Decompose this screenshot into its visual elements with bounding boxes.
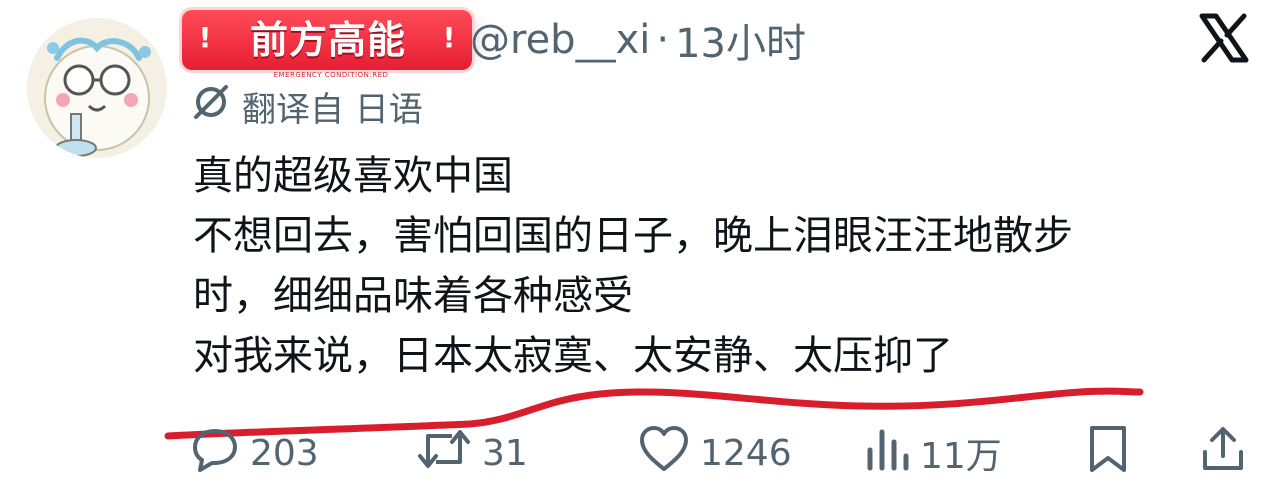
meta-separator: · [656,17,670,63]
post-text: 真的超级喜欢中国 不想回去，害怕回国的日子，晚上泪眼汪汪地散步 时，细细品味着各… [193,146,1263,386]
views-button[interactable]: 11万 [864,425,1002,481]
heart-icon [638,424,690,483]
like-count: 1246 [700,432,792,474]
like-button[interactable]: 1246 [638,425,792,481]
warning-sticker: ! 前方高能 ! EMERGENCY CONDITION:RED [182,6,472,82]
share-button[interactable] [1200,425,1246,481]
action-bar: 203 31 1246 11万 [190,425,1260,481]
post-timestamp[interactable]: 13小时 [675,11,806,69]
x-logo-icon [1196,10,1252,66]
views-count: 11万 [920,436,1002,477]
translation-label: 翻译自 日语 [242,89,423,130]
user-handle[interactable]: @reb__xi [470,17,650,63]
bookmark-icon [1086,424,1130,483]
translate-icon [192,83,230,130]
avatar-illustration [27,18,167,158]
post-line: 不想回去，害怕回国的日子，晚上泪眼汪汪地散步 [193,213,1073,259]
post-line: 对我来说，日本太寂寞、太安静、太压抑了 [193,333,953,379]
repost-button[interactable]: 31 [416,425,528,481]
post-line: 时，细细品味着各种感受 [193,273,633,319]
post-meta: @reb__xi · 13小时 [470,12,806,68]
sticker-exclamation-left: ! [198,21,212,54]
repost-count: 31 [482,432,528,474]
translation-notice[interactable]: 翻译自 日语 [192,80,423,132]
sticker-title: 前方高能 [249,18,406,62]
bar-chart-icon [864,424,910,483]
avatar[interactable] [27,18,167,158]
share-icon [1200,424,1246,483]
bookmark-button[interactable] [1086,425,1130,481]
repost-icon [416,424,472,483]
reply-button[interactable]: 203 [190,425,319,481]
post-line: 真的超级喜欢中国 [193,153,513,199]
reply-count: 203 [250,432,319,474]
comment-icon [190,424,240,483]
sticker-subtitle: EMERGENCY CONDITION:RED [273,71,389,79]
sticker-exclamation-right: ! [442,21,456,54]
